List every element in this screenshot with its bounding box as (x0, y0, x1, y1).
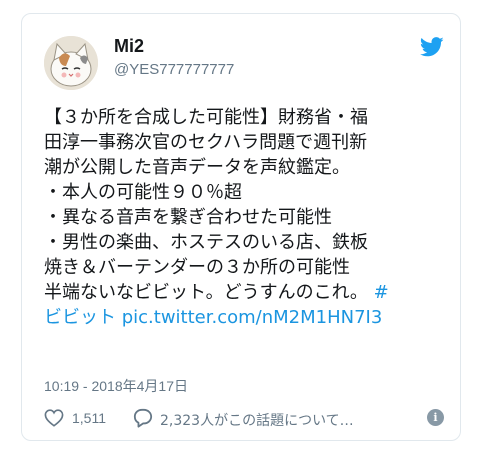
author-handle[interactable]: @YES777777777 (114, 61, 234, 78)
tweet-text-line: 潮が公開した音声データを声紋鑑定。 (44, 157, 350, 178)
avatar[interactable] (44, 36, 98, 90)
tweet-text-line: ・本人の可能性９０％超 (44, 182, 242, 203)
tweet-text-line: 半端ないなビビット。どうすんのこれ。 (44, 282, 368, 303)
tweet-text: 【３か所を合成した可能性】財務省・福 田淳一事務次官のセクハラ問題で週刊新 潮が… (44, 105, 449, 330)
tweet-text-line: ・異なる音声を繋ぎ合わせた可能性 (44, 207, 332, 228)
like-count[interactable]: 1,511 (72, 410, 106, 426)
tweet-timestamp[interactable]: 10:19 - 2018年4月17日 (44, 376, 188, 396)
cat-avatar-icon (44, 36, 98, 90)
heart-icon[interactable] (44, 409, 64, 427)
author-name[interactable]: Mi2 (114, 36, 144, 57)
reply-bubble-icon[interactable] (132, 408, 154, 428)
tweet-text-line: 焼き＆バーテンダーの３か所の可能性 (44, 257, 350, 278)
hashtag-link[interactable]: ビビット (44, 307, 116, 328)
twitter-bird-icon[interactable] (420, 37, 444, 57)
tweet-text-line: ・男性の楽曲、ホステスのいる店、鉄板 (44, 232, 368, 253)
tweet-card[interactable]: Mi2 @YES777777777 【３か所を合成した可能性】財務省・福 田淳一… (21, 13, 461, 441)
reply-summary[interactable]: 2,323人がこの話題について… (160, 410, 354, 430)
hashtag-link-start[interactable]: # (374, 282, 389, 303)
tweet-text-line: 田淳一事務次官のセクハラ問題で週刊新 (44, 132, 368, 153)
tweet-actions: 1,511 2,323人がこの話題について… i (44, 407, 449, 429)
tweet-text-line-last: 半端ないなビビット。どうすんのこれ。 # (44, 280, 449, 305)
info-icon[interactable]: i (427, 409, 444, 426)
pic-link[interactable]: pic.twitter.com/nM2M1HN7I3 (122, 307, 383, 328)
tweet-text-line: 【３か所を合成した可能性】財務省・福 (44, 107, 368, 128)
tweet-links-line: ビビット pic.twitter.com/nM2M1HN7I3 (44, 305, 449, 330)
